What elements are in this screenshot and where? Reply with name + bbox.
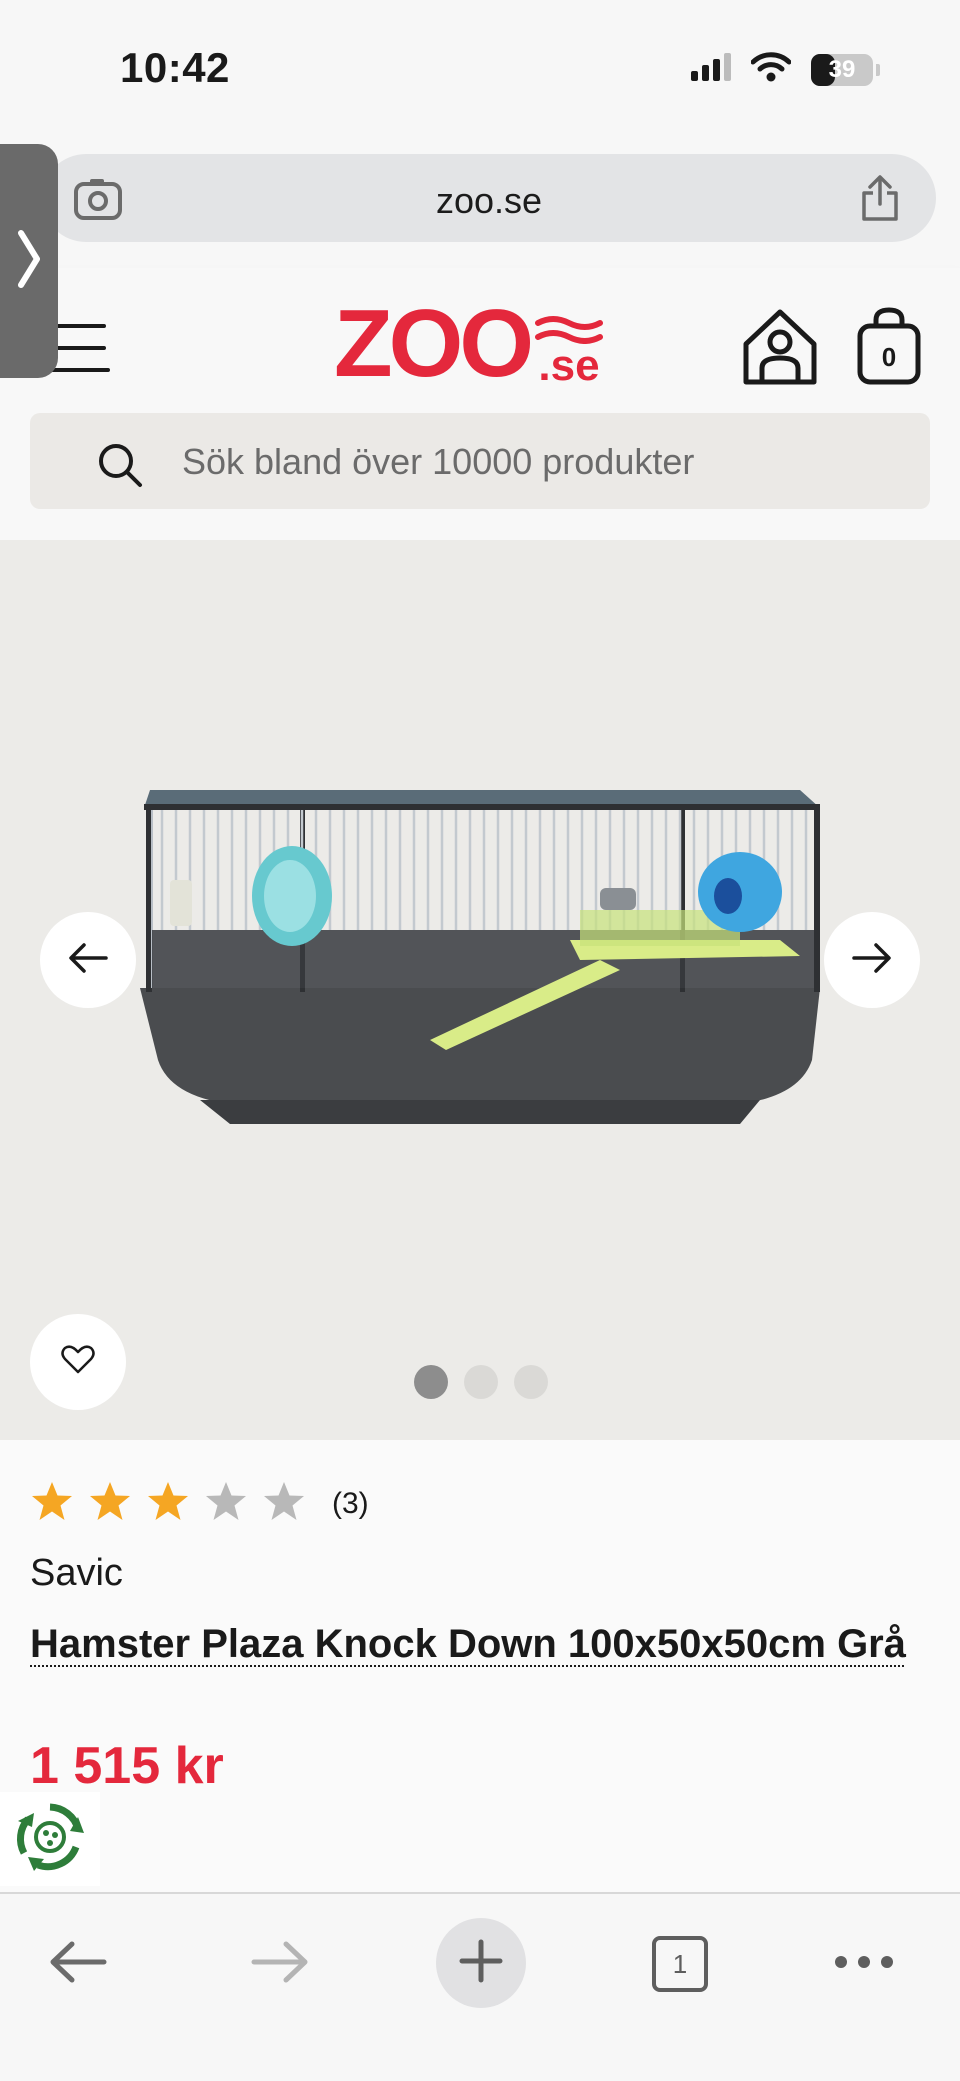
product-title: Hamster Plaza Knock Down 100x50x50cm Grå <box>30 1622 906 1666</box>
more-button[interactable] <box>814 1914 914 2014</box>
product-price: 1 515 kr <box>30 1737 224 1795</box>
battery-percent: 39 <box>828 55 856 83</box>
star-filled-icon <box>30 1480 74 1527</box>
side-panel-tab[interactable] <box>0 144 58 378</box>
forward-icon <box>250 1940 310 1989</box>
logo-waves-icon <box>534 316 603 344</box>
product-gallery <box>0 540 960 1440</box>
tabs-button[interactable]: 1 <box>630 1914 730 2014</box>
new-tab-button[interactable] <box>436 1918 526 2008</box>
signal-icon <box>691 53 731 86</box>
eco-badge[interactable] <box>0 1792 100 1886</box>
search-icon <box>96 441 144 494</box>
favorite-button[interactable] <box>30 1314 126 1410</box>
url-text[interactable]: zoo.se <box>42 180 936 222</box>
battery-indicator: 39 <box>811 53 873 86</box>
product-brand[interactable]: Savic <box>30 1552 123 1595</box>
product-rating[interactable]: (3) <box>30 1480 369 1527</box>
address-bar[interactable]: zoo.se <box>42 154 936 242</box>
browser-toolbar: 1 <box>0 1892 960 2081</box>
share-icon[interactable] <box>858 174 902 227</box>
forward-button[interactable] <box>230 1914 330 2014</box>
arrow-right-icon <box>852 941 892 980</box>
tabs-icon: 1 <box>652 1936 708 1992</box>
recycle-icon <box>14 1801 86 1878</box>
battery-tip <box>876 63 880 76</box>
status-time: 10:42 <box>120 44 230 91</box>
star-empty-icon <box>204 1480 248 1527</box>
product-info: (3) Savic Hamster Plaza Knock Down 100x5… <box>0 1440 960 1892</box>
pagination-dot[interactable] <box>414 1365 448 1399</box>
browser-address-area: zoo.se <box>0 140 960 268</box>
hamster-cage-image <box>140 760 820 1165</box>
battery-icon: 39 <box>811 53 880 86</box>
prev-image-button[interactable] <box>40 912 136 1008</box>
rating-count: (3) <box>332 1486 369 1520</box>
logo-main-text: ZOO <box>334 290 534 397</box>
back-button[interactable] <box>28 1914 128 2014</box>
logo-side: .se <box>534 314 604 388</box>
logo-suffix: .se <box>538 341 600 390</box>
home-icon[interactable] <box>740 306 820 391</box>
heart-icon <box>61 1344 95 1380</box>
pagination-dot[interactable] <box>464 1365 498 1399</box>
status-bar: 10:42 39 <box>0 0 960 140</box>
more-icon <box>834 1955 894 1974</box>
new-tab-icon <box>459 1939 503 1988</box>
star-filled-icon <box>88 1480 132 1527</box>
search-placeholder: Sök bland över 10000 produkter <box>182 441 695 482</box>
side-panel-chevron-icon <box>17 229 41 294</box>
gallery-pagination[interactable] <box>414 1365 548 1399</box>
next-image-button[interactable] <box>824 912 920 1008</box>
site-logo[interactable]: ZOO .se <box>334 292 604 392</box>
cart-count: 0 <box>881 342 897 372</box>
star-empty-icon <box>262 1480 306 1527</box>
cart-icon[interactable]: 0 <box>856 306 922 386</box>
status-icons: 39 <box>691 52 880 87</box>
back-icon <box>48 1940 108 1989</box>
site-header: ZOO .se 0 Sök bland över 10000 produkter <box>0 268 960 540</box>
arrow-left-icon <box>68 941 108 980</box>
pagination-dot[interactable] <box>514 1365 548 1399</box>
tab-count: 1 <box>672 1948 688 1979</box>
wifi-icon <box>750 52 792 87</box>
search-input[interactable]: Sök bland över 10000 produkter <box>30 413 930 509</box>
star-filled-icon <box>146 1480 190 1527</box>
